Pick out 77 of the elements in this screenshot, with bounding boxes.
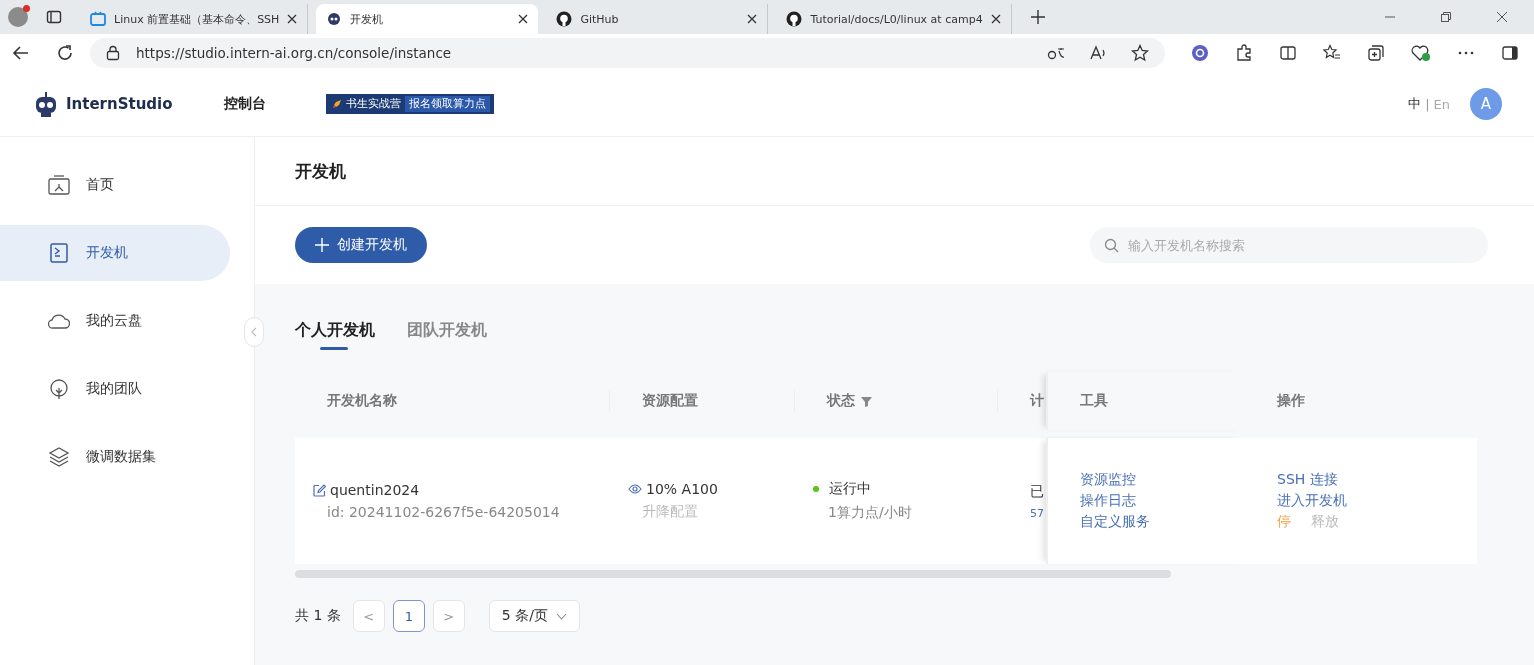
chevron-left-icon	[251, 327, 257, 337]
page-size-select[interactable]: 5 条/页	[488, 600, 580, 632]
layers-icon	[48, 447, 70, 467]
terminal-icon	[48, 243, 70, 263]
create-button[interactable]: 创建开发机	[295, 227, 427, 263]
total-count: 共 1 条	[295, 607, 341, 625]
column-header: 计	[1030, 392, 1044, 410]
tool-link[interactable]: 自定义服务	[1080, 513, 1245, 531]
rocket-icon	[332, 99, 342, 109]
filter-icon[interactable]	[861, 395, 872, 407]
column-header: 状态	[827, 392, 855, 410]
page-button[interactable]: 1	[392, 600, 425, 632]
robot-icon	[326, 11, 343, 27]
close-icon[interactable]	[518, 14, 529, 24]
browser-tab[interactable]: 开发机	[316, 4, 539, 34]
table-cell-text: 已	[1030, 482, 1045, 501]
new-tab-icon[interactable]	[1029, 9, 1046, 25]
close-icon[interactable]	[990, 14, 1001, 24]
close-icon[interactable]	[287, 14, 298, 24]
tab-actions-icon[interactable]	[46, 9, 62, 25]
edit-icon[interactable]	[313, 483, 326, 497]
refresh-icon[interactable]	[56, 44, 74, 62]
separator: |	[1425, 96, 1430, 112]
column-header: 资源配置	[642, 392, 698, 410]
table-cell-text: 57	[1030, 506, 1045, 520]
puzzle-icon[interactable]	[1235, 44, 1253, 62]
collections-icon[interactable]	[1367, 44, 1385, 62]
sidebar-icon[interactable]	[1501, 44, 1519, 62]
sidebar-item[interactable]: 开发机	[0, 225, 230, 281]
heart-pulse-icon[interactable]	[1411, 44, 1431, 62]
plus-icon	[315, 238, 329, 252]
read-aloud-icon[interactable]	[1089, 45, 1107, 61]
tree-icon	[48, 379, 70, 399]
tv-icon	[90, 11, 106, 27]
column-header: 开发机名称	[327, 392, 397, 410]
chevron-down-icon	[555, 612, 567, 620]
copilot-icon[interactable]	[1191, 44, 1209, 62]
lock-icon	[106, 45, 120, 61]
favorites-icon[interactable]	[1323, 44, 1341, 62]
billing-rate: 1算力点/小时	[827, 504, 913, 522]
profile-icon[interactable]	[8, 7, 28, 27]
page-title: 开发机	[295, 159, 346, 183]
close-icon[interactable]	[1496, 11, 1508, 23]
restore-icon[interactable]	[1440, 11, 1452, 23]
column-header: 工具	[1080, 392, 1108, 410]
status-dot	[813, 486, 819, 492]
monitor-icon	[48, 175, 70, 195]
star-icon[interactable]	[1131, 44, 1149, 62]
logo-text[interactable]: InternStudio	[66, 95, 173, 113]
eye-icon[interactable]	[628, 483, 642, 495]
tab[interactable]: 团队开发机	[407, 320, 487, 350]
search-field[interactable]: 输入开发机名称搜索	[1090, 227, 1488, 263]
back-icon[interactable]	[12, 44, 30, 62]
column-header: 操作	[1277, 392, 1305, 410]
sidebar-item[interactable]: 微调数据集	[0, 429, 230, 485]
action-link[interactable]: SSH 连接	[1277, 471, 1477, 489]
machine-id: id: 20241102-6267f5e-64205014	[326, 504, 561, 520]
nav-link[interactable]: 控制台	[224, 95, 326, 113]
machine-name: quentin2024	[330, 482, 420, 498]
split-screen-icon[interactable]	[1279, 44, 1297, 62]
chinese-language-link[interactable]: 中	[1408, 95, 1422, 113]
sidebar-item[interactable]: 首页	[0, 157, 230, 213]
address-bar[interactable]: https://studio.intern-ai.org.cn/console/instance	[90, 38, 1165, 68]
scrollbar-thumb[interactable]	[295, 570, 1171, 578]
tool-link[interactable]: 操作日志	[1080, 492, 1245, 510]
promo-banner[interactable]: 书生实战营 报名领取算力点	[326, 94, 494, 114]
tab[interactable]: 个人开发机	[295, 320, 375, 350]
resource-config: 10% A100	[646, 481, 718, 497]
sidebar-item[interactable]: 我的云盘	[0, 293, 230, 349]
translate-icon[interactable]	[1047, 45, 1065, 61]
tool-link[interactable]: 资源监控	[1080, 471, 1245, 489]
status-text: 运行中	[829, 480, 871, 498]
cloud-icon	[48, 311, 70, 331]
sidebar-item[interactable]: 我的团队	[0, 361, 230, 417]
search-icon	[1104, 238, 1119, 253]
close-icon[interactable]	[747, 14, 758, 24]
action-link[interactable]: 进入开发机	[1277, 492, 1477, 510]
